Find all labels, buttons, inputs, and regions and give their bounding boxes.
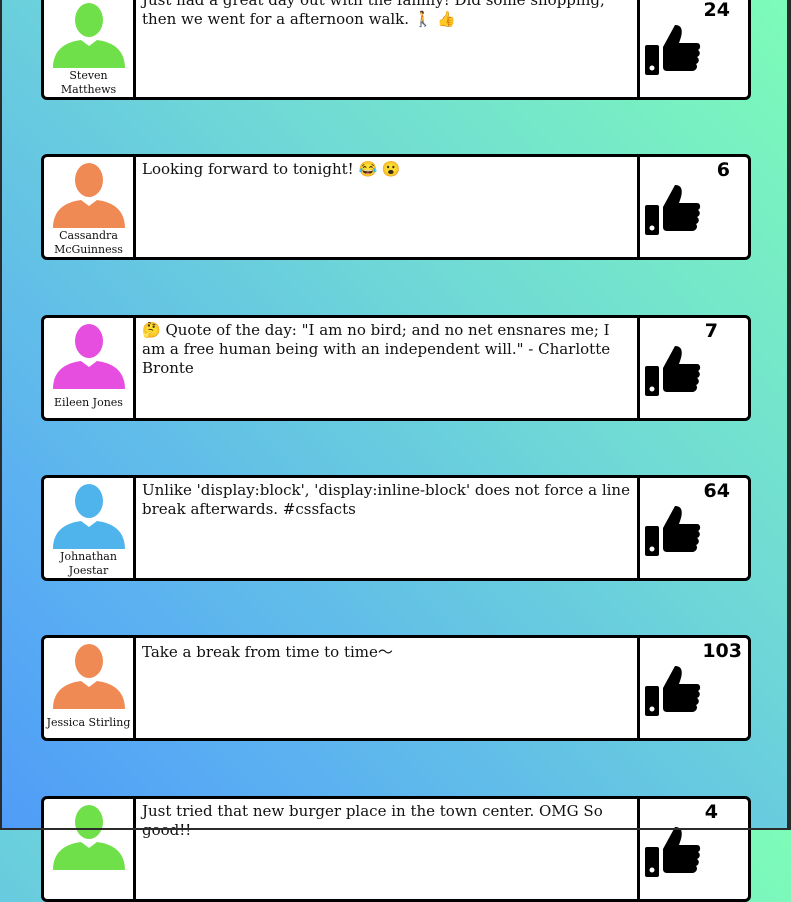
avatar-head [75,644,103,678]
post-author[interactable]: Cassandra McGuinness [44,157,136,257]
post-author[interactable]: Johnathan Joestar [44,478,136,578]
author-name: Johnathan Joestar [60,550,117,577]
like-count: 4 [704,801,718,823]
post-message: Looking forward to tonight! 😂 😮 [136,157,640,257]
post-card: Jessica Stirling Take a break from time … [41,635,751,741]
avatar-body [53,681,125,709]
author-name: Steven Matthews [60,69,117,96]
avatar-body [53,521,125,549]
avatar-head [75,3,103,37]
thumbs-up-icon[interactable] [645,664,701,716]
post-author[interactable]: Steven Matthews [44,0,136,97]
thumbs-up-icon[interactable] [645,23,701,75]
author-name: Jessica Stirling [46,716,131,729]
post-card: Just tried that new burger place in the … [41,796,751,902]
avatar-body [53,842,125,870]
post-message: Unlike 'display:block', 'display:inline-… [136,478,640,578]
post-author[interactable]: Eileen Jones [44,318,136,418]
window-frame-right [787,0,791,830]
thumbs-up-icon[interactable] [645,183,701,235]
avatar-body [53,40,125,68]
like-count: 6 [716,159,730,181]
thumbs-up-icon[interactable] [645,504,701,556]
post-message: Just had a great day out with the family… [136,0,640,97]
post-author[interactable]: Jessica Stirling [44,638,136,738]
avatar-head [75,805,103,839]
person-silhouette-icon [53,3,125,68]
like-count: 103 [702,640,742,662]
person-silhouette-icon [53,163,125,228]
person-silhouette-icon [53,644,125,709]
person-silhouette-icon [53,324,125,389]
like-area: 7 [640,318,748,418]
avatar-head [75,163,103,197]
like-count: 7 [704,320,718,342]
avatar-head [75,324,103,358]
post-card: Cassandra McGuinness Looking forward to … [41,154,751,260]
post-card: Johnathan Joestar Unlike 'display:block'… [41,475,751,581]
post-card: Eileen Jones 🤔 Quote of the day: "I am n… [41,315,751,421]
avatar-head [75,484,103,518]
thumbs-up-icon[interactable] [645,825,701,877]
like-area: 64 [640,478,748,578]
person-silhouette-icon [53,484,125,549]
author-name: Cassandra McGuinness [54,229,123,256]
like-area: 4 [640,799,748,899]
avatar-body [53,200,125,228]
post-author[interactable] [44,799,136,899]
like-area: 24 [640,0,748,97]
post-card: Steven Matthews Just had a great day out… [41,0,751,100]
post-message: Just tried that new burger place in the … [136,799,640,899]
person-silhouette-icon [53,805,125,870]
thumbs-up-icon[interactable] [645,344,701,396]
author-name: Eileen Jones [54,396,123,409]
post-message: 🤔 Quote of the day: "I am no bird; and n… [136,318,640,418]
post-message: Take a break from time to time〜 [136,638,640,738]
like-area: 6 [640,157,748,257]
avatar-body [53,361,125,389]
window-frame-left [0,0,2,830]
like-count: 64 [703,480,730,502]
like-count: 24 [703,0,730,21]
like-area: 103 [640,638,748,738]
